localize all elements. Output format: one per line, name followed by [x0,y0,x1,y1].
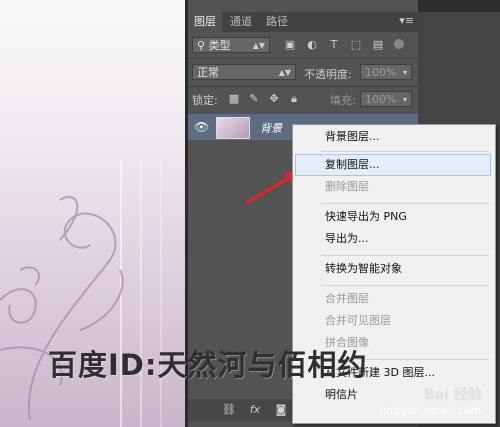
menu-separator [321,255,489,256]
lock-label: 锁定: [192,94,218,107]
menu-item-merge-visible: 合并可见图层 [325,314,391,327]
panel-menu-icon[interactable]: ▾≡ [399,14,414,27]
panel-tabs: 图层 通道 路径 ▾≡ [188,12,418,32]
tab-paths[interactable]: 路径 [260,12,294,32]
type-filter-icon[interactable]: T [328,39,340,51]
chevron-down-icon: ▾ [402,68,407,77]
layer-name[interactable]: 背景 [260,120,282,136]
blend-mode-value: 正常 [197,66,219,79]
filter-kind-select[interactable]: ⚲ 类型 ▲▼ [192,37,270,53]
menu-item-quick-export-png[interactable]: 快速导出为 PNG [293,207,493,227]
fill-label: 填充: [330,94,356,107]
mask-icon[interactable]: ◙ [274,404,288,416]
filter-row: ⚲ 类型 ▲▼ ▣ ◐ T ⬚ ▤ [188,34,418,56]
baidu-logo: Bai 经验 [424,387,482,403]
menu-item-delete-layer: 删除图层 [325,180,369,193]
search-icon: ⚲ [197,39,206,52]
pixel-filter-icon[interactable]: ▣ [284,39,296,51]
lock-brush-icon[interactable]: ✎ [248,93,260,105]
lock-all-icon[interactable]: 🔒︎ [288,93,300,105]
blend-mode-select[interactable]: 正常 ▲▼ [192,64,296,80]
chevron-down-icon: ▾ [402,95,407,104]
opacity-value: 100% [365,66,397,79]
eye-icon[interactable]: 👁︎ [194,120,209,134]
fill-value: 100% [365,93,397,106]
adjustment-filter-icon[interactable]: ◐ [306,39,318,51]
shape-filter-icon[interactable]: ⬚ [350,39,362,51]
menu-separator [321,285,489,286]
smart-object-filter-icon[interactable]: ▤ [372,39,384,51]
fill-field[interactable]: 100% ▾ [360,91,412,107]
tab-channels[interactable]: 通道 [224,12,258,32]
chevron-down-icon: ▲▼ [278,68,291,77]
tab-layers[interactable]: 图层 [188,12,222,32]
link-icon[interactable]: ⛓︎ [222,404,236,416]
lock-move-icon[interactable]: ✥ [268,93,280,105]
lock-transparent-icon[interactable]: ▩ [228,93,240,105]
site-url: jingyan.baidu.com [380,404,482,417]
menu-item-convert-smart-object[interactable]: 转换为智能对象 [293,259,493,279]
menu-separator [321,151,489,152]
lock-row: 锁定: ▩ ✎ ✥ 🔒︎ 填充: 100% ▾ [188,88,418,110]
opacity-field[interactable]: 100% ▾ [360,64,412,80]
menu-item-duplicate-layer[interactable]: 复制图层... [295,154,491,176]
menu-item-background-layer[interactable]: 背景图层... [293,127,493,147]
divider [188,86,418,87]
filter-kind-label: 类型 [208,39,231,52]
watermark-text: 百度ID:天然河与佰相约 [48,348,368,382]
opacity-label: 不透明度: [304,68,352,81]
menu-separator [321,203,489,204]
blend-row: 正常 ▲▼ 不透明度: 100% ▾ [188,60,418,84]
divider [188,58,418,59]
layer-thumbnail [216,117,250,139]
filter-toggle-icon[interactable] [394,39,404,49]
chevron-down-icon: ▲▼ [252,41,265,50]
fx-icon[interactable]: fx [248,404,262,416]
menu-item-export-as[interactable]: 导出为... [293,229,493,249]
menu-item-merge-layers: 合并图层 [325,292,369,305]
